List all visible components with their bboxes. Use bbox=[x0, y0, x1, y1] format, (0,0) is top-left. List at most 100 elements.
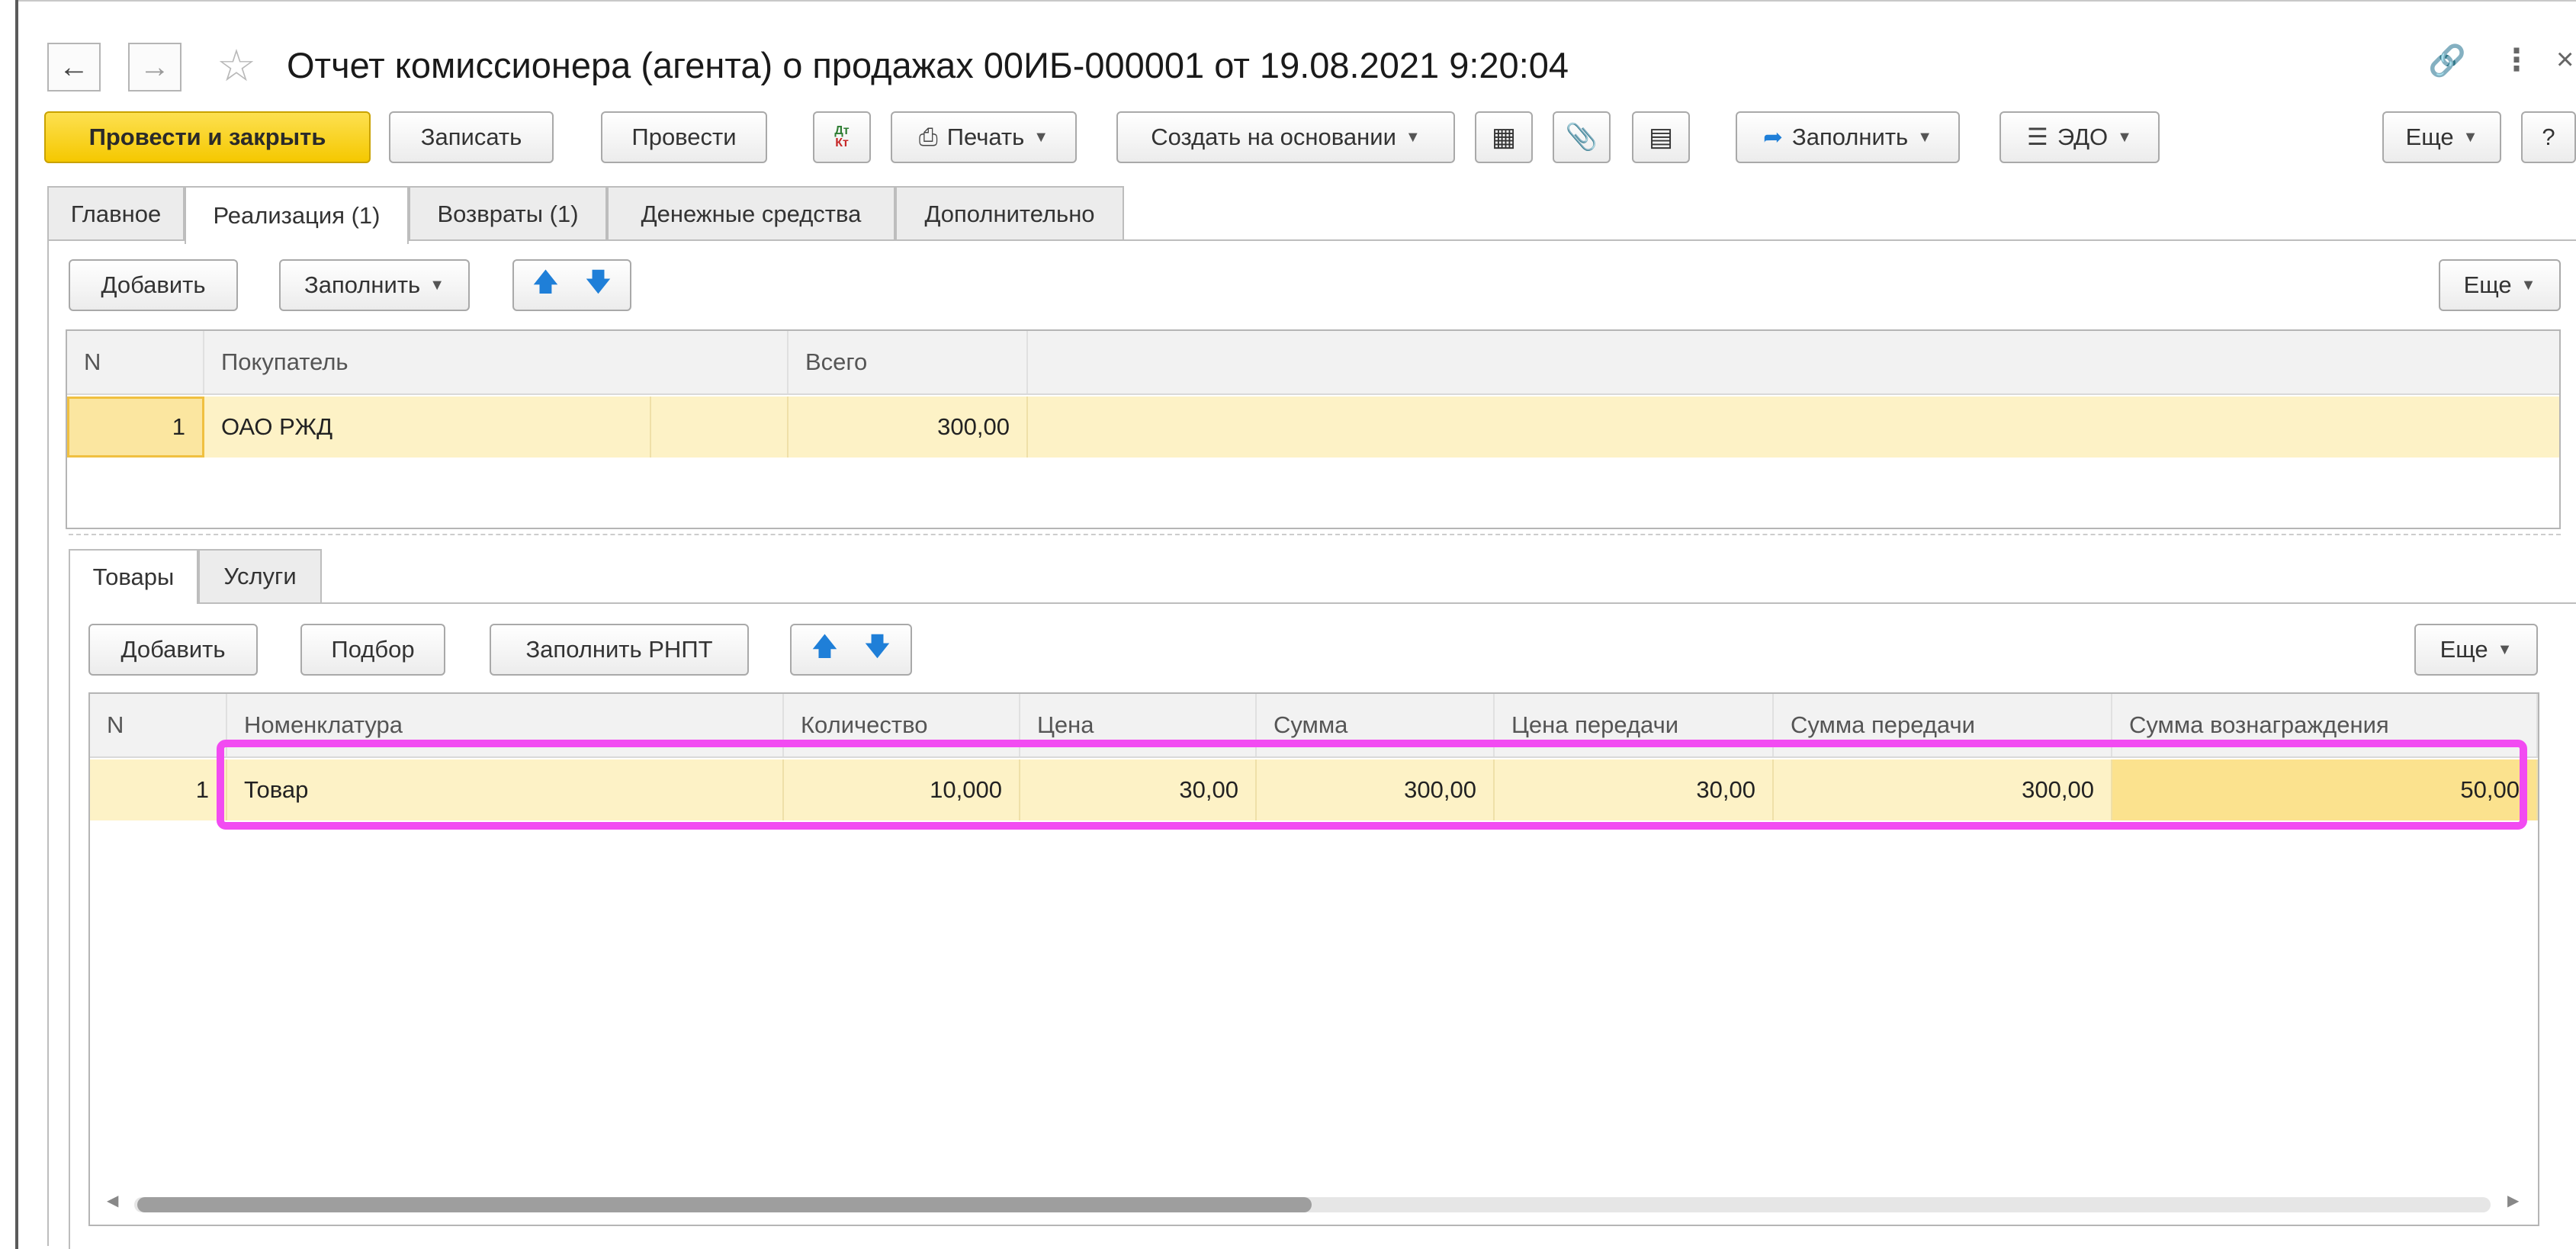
column-header-total[interactable]: Всего bbox=[789, 331, 1028, 393]
link-icon[interactable]: 🔗 bbox=[2428, 43, 2466, 79]
goods-table-header: N Номенклатура Количество Цена Сумма Цен… bbox=[90, 694, 2538, 758]
back-button[interactable]: ← bbox=[47, 43, 101, 92]
cell-buyer[interactable]: ОАО РЖД bbox=[204, 397, 651, 458]
select-goods-label: Подбор bbox=[331, 636, 415, 663]
fill-rnpt-label: Заполнить РНПТ bbox=[525, 636, 713, 663]
document-title: Отчет комиссионера (агента) о продажах 0… bbox=[287, 45, 1569, 85]
dt-kt-icon: Дт bbox=[834, 124, 850, 137]
tab-goods-label: Товары bbox=[92, 563, 175, 590]
chevron-down-icon: ▼ bbox=[2520, 276, 2536, 294]
help-button[interactable]: ? bbox=[2521, 111, 2576, 163]
cell-price[interactable]: 30,00 bbox=[1020, 759, 1257, 820]
post-button[interactable]: Провести bbox=[601, 111, 767, 163]
attach-button[interactable]: 📎 bbox=[1553, 111, 1611, 163]
window-left-border bbox=[15, 0, 18, 1249]
add-buyer-button[interactable]: Добавить bbox=[69, 259, 238, 311]
more-label: Еще bbox=[2405, 124, 2454, 150]
column-header-qty[interactable]: Количество bbox=[784, 694, 1020, 756]
tab-additional[interactable]: Дополнительно bbox=[895, 186, 1124, 241]
add-buyer-label: Добавить bbox=[101, 271, 206, 298]
tab-returns[interactable]: Возвраты (1) bbox=[409, 186, 607, 241]
fill-toolbar-button[interactable]: ➦ Заполнить ▼ bbox=[1736, 111, 1960, 163]
cell-qty[interactable]: 10,000 bbox=[784, 759, 1020, 820]
column-header-transfer-sum[interactable]: Сумма передачи bbox=[1774, 694, 2112, 756]
subtab-panel-left-border bbox=[69, 602, 70, 1249]
dt-kt-button[interactable]: Дт Кт bbox=[813, 111, 871, 163]
cell-sum[interactable]: 300,00 bbox=[1257, 759, 1495, 820]
column-header-price[interactable]: Цена bbox=[1020, 694, 1257, 756]
more-goods-button[interactable]: Еще ▼ bbox=[2414, 624, 2538, 676]
save-button[interactable]: Записать bbox=[389, 111, 554, 163]
move-up-icon[interactable]: 🡅 bbox=[532, 264, 559, 307]
print-button[interactable]: ⎙ Печать ▼ bbox=[891, 111, 1077, 163]
buyers-table-header: N Покупатель Всего bbox=[67, 331, 2559, 395]
goods-table: N Номенклатура Количество Цена Сумма Цен… bbox=[88, 692, 2539, 1226]
more-buyers-button[interactable]: Еще ▼ bbox=[2439, 259, 2561, 311]
cell-total[interactable]: 300,00 bbox=[789, 397, 1028, 458]
dt-kt-icon-bottom: Кт bbox=[835, 136, 849, 149]
cell-n[interactable]: 1 bbox=[90, 759, 227, 820]
buyers-table: N Покупатель Всего 1 ОАО РЖД 300,00 bbox=[66, 329, 2561, 529]
edo-icon: ☰ bbox=[2027, 124, 2048, 150]
arrow-left-icon: ← bbox=[59, 50, 89, 84]
edo-button[interactable]: ☰ ЭДО ▼ bbox=[1999, 111, 2160, 163]
document-list-button[interactable]: ▤ bbox=[1632, 111, 1690, 163]
tab-sales[interactable]: Реализация (1) bbox=[185, 186, 409, 244]
column-header-n[interactable]: N bbox=[67, 331, 204, 393]
table-row[interactable]: 1 ОАО РЖД 300,00 bbox=[67, 397, 2559, 458]
star-icon[interactable]: ☆ bbox=[217, 40, 256, 92]
tab-panel-left-border bbox=[47, 239, 49, 1246]
section-splitter[interactable] bbox=[69, 534, 2561, 535]
printer-icon: ⎙ bbox=[918, 123, 938, 150]
create-based-on-button[interactable]: Создать на основании ▼ bbox=[1116, 111, 1455, 163]
tab-panel-border bbox=[47, 239, 2576, 241]
column-header-transfer-price[interactable]: Цена передачи bbox=[1495, 694, 1774, 756]
move-down-icon[interactable]: 🡇 bbox=[585, 264, 612, 307]
cell-buyer-extra[interactable] bbox=[651, 397, 789, 458]
print-label: Печать bbox=[946, 124, 1025, 150]
move-down-icon[interactable]: 🡇 bbox=[864, 628, 891, 672]
add-goods-button[interactable]: Добавить bbox=[88, 624, 258, 676]
table-row[interactable]: 1 Товар 10,000 30,00 300,00 30,00 300,00… bbox=[90, 759, 2538, 820]
chevron-down-icon: ▼ bbox=[1917, 128, 1932, 146]
more-vertical-icon[interactable]: ⋮ bbox=[2501, 43, 2532, 78]
add-goods-label: Добавить bbox=[120, 636, 226, 663]
tab-goods[interactable]: Товары bbox=[69, 549, 198, 604]
move-up-icon[interactable]: 🡅 bbox=[811, 628, 838, 672]
column-header-item[interactable]: Номенклатура bbox=[227, 694, 784, 756]
hierarchy-icon: ▦ bbox=[1491, 123, 1517, 152]
document-window: ← → ☆ Отчет комиссионера (агента) о прод… bbox=[0, 0, 2576, 1249]
cell-transfer-sum[interactable]: 300,00 bbox=[1774, 759, 2112, 820]
fill-arrow-icon: ➦ bbox=[1763, 124, 1783, 150]
cell-item[interactable]: Товар bbox=[227, 759, 784, 820]
column-header-sum[interactable]: Сумма bbox=[1257, 694, 1495, 756]
cell-reward-sum[interactable]: 50,00 bbox=[2112, 759, 2538, 820]
cell-n[interactable]: 1 bbox=[67, 397, 204, 458]
scroll-left-icon[interactable]: ◀ bbox=[107, 1191, 118, 1210]
tab-sales-label: Реализация (1) bbox=[213, 202, 381, 229]
more-toolbar-button[interactable]: Еще ▼ bbox=[2382, 111, 2501, 163]
more-buyers-label: Еще bbox=[2463, 271, 2512, 298]
column-header-reward-sum[interactable]: Сумма вознаграждения bbox=[2112, 694, 2538, 756]
column-header-n[interactable]: N bbox=[90, 694, 227, 756]
structure-button[interactable]: ▦ bbox=[1475, 111, 1533, 163]
forward-button[interactable]: → bbox=[128, 43, 181, 92]
tab-cash[interactable]: Денежные средства bbox=[607, 186, 895, 241]
tab-services[interactable]: Услуги bbox=[198, 549, 322, 602]
fill-buyers-label: Заполнить bbox=[304, 271, 421, 298]
scrollbar-thumb[interactable] bbox=[137, 1197, 1312, 1212]
tab-services-label: Услуги bbox=[223, 563, 297, 589]
chevron-down-icon: ▼ bbox=[2117, 128, 2132, 146]
fill-buyers-button[interactable]: Заполнить ▼ bbox=[279, 259, 470, 311]
goods-move-buttons-group: 🡅 🡇 bbox=[790, 624, 912, 676]
select-goods-button[interactable]: Подбор bbox=[300, 624, 445, 676]
column-header-buyer[interactable]: Покупатель bbox=[204, 331, 789, 393]
cell-transfer-price[interactable]: 30,00 bbox=[1495, 759, 1774, 820]
close-icon[interactable]: × bbox=[2556, 43, 2574, 77]
post-and-close-button[interactable]: Провести и закрыть bbox=[44, 111, 371, 163]
fill-rnpt-button[interactable]: Заполнить РНПТ bbox=[490, 624, 749, 676]
arrow-right-icon: → bbox=[140, 50, 170, 84]
tab-main[interactable]: Главное bbox=[47, 186, 185, 241]
scroll-right-icon[interactable]: ▶ bbox=[2507, 1191, 2519, 1210]
tab-additional-label: Дополнительно bbox=[924, 201, 1095, 227]
